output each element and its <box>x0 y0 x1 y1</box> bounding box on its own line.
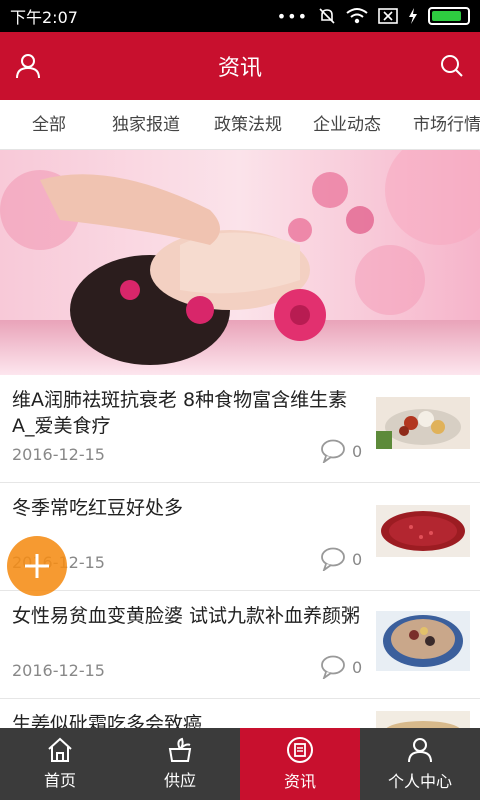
nav-label: 个人中心 <box>387 772 452 791</box>
news-title: 维A润肺祛斑抗衰老 8种食物富含维生素A_爱美食疗 <box>12 389 348 437</box>
wifi-icon <box>346 8 368 24</box>
tab-exclusive[interactable]: 独家报道 <box>112 100 180 149</box>
charging-icon <box>409 8 417 24</box>
comment-count: 0 <box>320 439 362 463</box>
tab-market[interactable]: 市场行情 <box>413 100 480 149</box>
comment-icon <box>321 655 345 679</box>
status-time: 下午2:07 <box>10 8 78 27</box>
nav-home[interactable]: 首页 <box>0 728 120 800</box>
nav-supply[interactable]: 供应 <box>120 728 240 800</box>
nav-news[interactable]: 资讯 <box>240 728 360 800</box>
more-dots-icon: ••• <box>276 6 308 26</box>
news-item[interactable]: 冬季常吃红豆好处多 2016-12-15 0 <box>0 483 480 591</box>
news-thumbnail <box>376 611 470 671</box>
mute-icon <box>319 8 335 24</box>
status-bar: 下午2:07 ••• <box>0 0 480 32</box>
tab-policy[interactable]: 政策法规 <box>214 100 282 149</box>
no-sim-icon <box>378 8 398 24</box>
banner-image[interactable] <box>0 150 480 375</box>
tab-all[interactable]: 全部 <box>32 100 66 149</box>
comment-count-value: 0 <box>352 657 363 677</box>
news-thumbnail <box>376 505 470 557</box>
news-item[interactable]: 女性易贫血变黄脸婆 试试九款补血养颜粥 2016-12-15 0 <box>0 591 480 699</box>
category-tabs: 全部 独家报道 政策法规 企业动态 市场行情 <box>0 100 480 150</box>
tab-company-news[interactable]: 企业动态 <box>313 100 381 149</box>
nav-label: 供应 <box>163 771 196 790</box>
news-thumbnail <box>376 397 470 449</box>
person-icon <box>408 738 432 763</box>
comment-count-value: 0 <box>352 441 363 461</box>
search-icon <box>441 55 463 77</box>
add-button[interactable] <box>7 536 67 596</box>
comment-icon <box>321 547 345 571</box>
news-date: 2016-12-15 <box>12 661 105 680</box>
nav-personal-center[interactable]: 个人中心 <box>360 728 480 800</box>
comment-count: 0 <box>320 655 362 679</box>
status-icons: ••• <box>277 7 470 26</box>
news-icon <box>287 737 313 763</box>
page-title: 资讯 <box>217 56 262 81</box>
news-item[interactable]: 维A润肺祛斑抗衰老 8种食物富含维生素A_爱美食疗 2016-12-15 0 <box>0 375 480 483</box>
supply-icon <box>168 737 192 762</box>
nav-label: 资讯 <box>283 772 316 791</box>
bottom-nav: 首页 供应 资讯 个人中心 <box>0 728 480 800</box>
news-title: 女性易贫血变黄脸婆 试试九款补血养颜粥 <box>12 605 361 627</box>
news-date: 2016-12-15 <box>12 445 105 464</box>
comment-count-value: 0 <box>352 549 363 569</box>
title-bar: 资讯 <box>0 32 480 100</box>
search-button[interactable] <box>424 32 480 100</box>
comment-count: 0 <box>320 547 362 571</box>
battery-icon <box>428 7 470 25</box>
user-button[interactable] <box>0 32 56 100</box>
plus-icon <box>25 554 49 578</box>
user-icon <box>16 54 40 79</box>
home-icon <box>48 737 72 762</box>
comment-icon <box>321 439 345 463</box>
news-title: 冬季常吃红豆好处多 <box>12 497 184 519</box>
nav-label: 首页 <box>43 771 76 790</box>
